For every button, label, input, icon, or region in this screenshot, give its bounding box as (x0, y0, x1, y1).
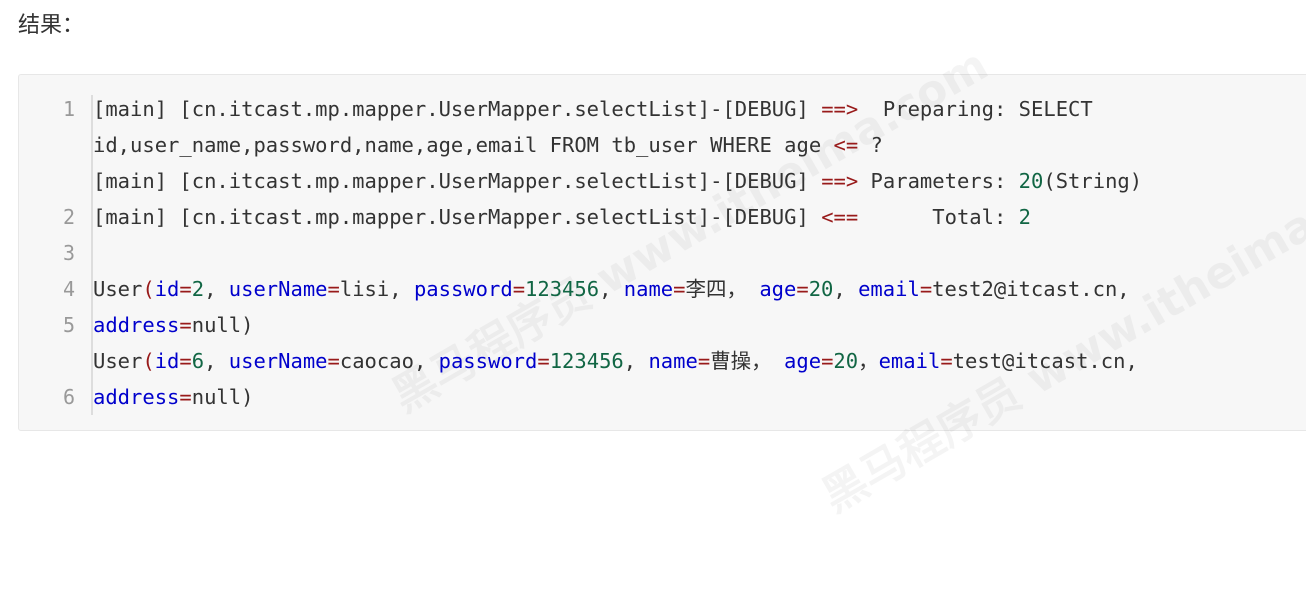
code-text: User (93, 349, 143, 373)
line-number: 4 (62, 277, 75, 301)
attr-key: address (93, 385, 180, 409)
code-line-5: User(id=2, userName=lisi, password=12345… (93, 271, 1130, 307)
attr-key: address (93, 313, 180, 337)
operator: ==> (821, 97, 859, 121)
operator: = (179, 349, 192, 373)
code-text: , (204, 277, 229, 301)
operator: = (179, 277, 192, 301)
number: 123456 (549, 349, 624, 373)
code-line-6-wrap: address=null) (93, 379, 253, 415)
line-number: 3 (62, 241, 75, 265)
operator: = (697, 349, 711, 373)
code-line-3: [main] [cn.itcast.mp.mapper.UserMapper.s… (93, 199, 1031, 235)
code-text: Preparing: SELECT (858, 97, 1093, 121)
number: 20 (833, 349, 859, 373)
code-text: , (389, 277, 414, 301)
code-line-1: [main] [cn.itcast.mp.mapper.UserMapper.s… (93, 91, 1093, 127)
code-text: [main] [cn.itcast.mp.mapper.UserMapper.s… (93, 205, 822, 229)
code-line-1-wrap: id,user_name,password,name,age,email FRO… (93, 127, 883, 163)
code-text: , (413, 349, 439, 373)
operator: = (821, 349, 834, 373)
number: 20 (1018, 169, 1044, 193)
operator: = (327, 277, 340, 301)
attr-key: id (154, 277, 180, 301)
code-line-5-wrap: address=null) (93, 307, 253, 343)
operator: = (327, 349, 340, 373)
operator: = (940, 349, 953, 373)
operator: ==> (821, 169, 859, 193)
attr-key: age (784, 349, 822, 373)
code-text: ? (858, 133, 883, 157)
code-text: caocao (339, 349, 414, 373)
attr-key: id (154, 349, 180, 373)
code-text: null) (191, 385, 254, 409)
code-text: 李四， (685, 277, 748, 301)
code-text: test@itcast.cn, (952, 349, 1138, 373)
code-text: Total: (858, 205, 1019, 229)
attr-key: age (759, 277, 797, 301)
operator: <== (821, 205, 859, 229)
code-text: , (204, 349, 229, 373)
operator: = (537, 349, 550, 373)
code-text: [main] [cn.itcast.mp.mapper.UserMapper.s… (93, 169, 822, 193)
operator: = (919, 277, 933, 301)
attr-key: name (623, 277, 674, 301)
code-text: lisi (339, 277, 390, 301)
attr-key: email (878, 349, 941, 373)
code-text: , (833, 277, 859, 301)
line-number: 1 (62, 97, 75, 121)
code-text: id,user_name,password,name,age,email FRO… (93, 133, 834, 157)
code-text: test2@itcast.cn, (932, 277, 1130, 301)
operator: <= (833, 133, 859, 157)
attr-key: password (438, 349, 538, 373)
code-text: , (599, 277, 624, 301)
number: 2 (191, 277, 205, 301)
code-line-6: User(id=6, userName=caocao, password=123… (93, 343, 1138, 379)
code-text: Parameters: (858, 169, 1019, 193)
code-block: 黑马程序员 www.itheima.com 黑马程序员 www.itheima.… (18, 39, 1306, 522)
number: 6 (191, 349, 205, 373)
line-number: 5 (62, 313, 75, 337)
attr-key: name (648, 349, 698, 373)
attr-key: email (858, 277, 920, 301)
number: 2 (1018, 205, 1032, 229)
code-text: User (93, 277, 143, 301)
line-number: 2 (62, 205, 75, 229)
number: 20 (808, 277, 834, 301)
operator: = (179, 313, 192, 337)
code-content: [main] [cn.itcast.mp.mapper.UserMapper.s… (93, 91, 1306, 595)
attr-key: userName (228, 349, 328, 373)
code-line-2: [main] [cn.itcast.mp.mapper.UserMapper.s… (93, 163, 1142, 199)
code-text: , (623, 349, 649, 373)
code-text: (String) (1043, 169, 1143, 193)
code-text: 曹操， (710, 349, 772, 373)
code-text: [main] [cn.itcast.mp.mapper.UserMapper.s… (93, 97, 822, 121)
operator: = (179, 385, 192, 409)
operator: = (796, 277, 809, 301)
attr-key: userName (228, 277, 328, 301)
operator: ( (142, 349, 155, 373)
operator: = (512, 277, 526, 301)
number: 123456 (525, 277, 600, 301)
result-heading: 结果： (18, 13, 85, 38)
code-text: ， (858, 349, 879, 373)
operator: = (673, 277, 686, 301)
line-number: 6 (62, 385, 75, 409)
attr-key: password (413, 277, 513, 301)
operator: ( (142, 277, 155, 301)
code-text: null) (191, 313, 254, 337)
